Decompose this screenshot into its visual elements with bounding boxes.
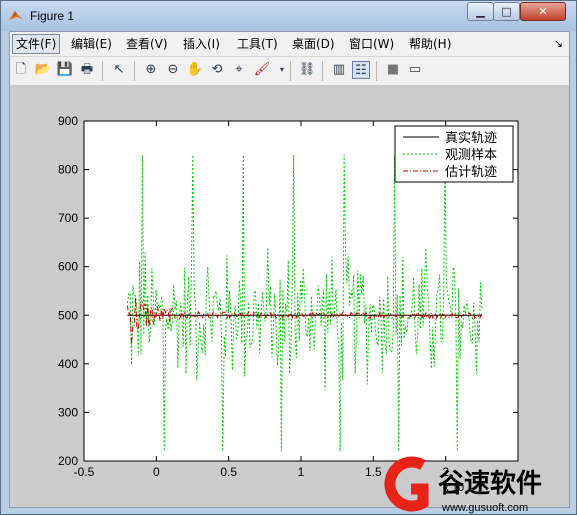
y-tick-label: 500	[58, 308, 78, 322]
toolbar-separator	[290, 61, 291, 81]
plot-svg: -0.5 0 0.5 1 1.5 2200300400500600700800900x 1…	[58, 114, 519, 494]
pan-icon[interactable]: ✋	[186, 61, 204, 79]
close-button[interactable]: ✕	[520, 2, 566, 21]
legend-label: 观测样本	[445, 147, 497, 162]
y-tick-label: 700	[58, 211, 78, 225]
print-icon[interactable]: 🖶	[78, 61, 96, 79]
y-tick-label: 800	[58, 163, 78, 177]
toolbar-separator	[322, 61, 323, 81]
brush-dropdown-icon[interactable]: ▾	[273, 61, 291, 79]
new-figure-icon[interactable]: 🗋	[12, 61, 30, 79]
watermark-text: 谷速软件	[438, 468, 542, 498]
menu-file[interactable]: 文件(F)	[12, 34, 61, 54]
x-tick-label: 0.5	[220, 465, 237, 479]
window-title: Figure 1	[30, 9, 75, 23]
legend-label: 估计轨迹	[445, 164, 497, 179]
maximize-button[interactable]: □	[493, 2, 520, 21]
matlab-icon	[9, 11, 23, 20]
hide-plot-tools-icon[interactable]: ■	[384, 61, 402, 79]
toolbar-separator	[102, 61, 103, 81]
figure-window: Figure 1 ▁ □ ✕ 文件(F) 编辑(E) 查看(V) 插入(I) 工…	[0, 0, 577, 515]
y-tick-label: 200	[58, 454, 78, 468]
data-cursor-icon[interactable]: ⌖	[230, 61, 248, 79]
menu-tools[interactable]: 工具(T)	[234, 35, 281, 53]
dock-arrow-icon[interactable]: ↘	[554, 37, 563, 50]
y-tick-label: 300	[58, 405, 78, 419]
y-tick-label: 900	[58, 114, 78, 128]
x-tick-label: 1.5	[365, 465, 382, 479]
menu-view[interactable]: 查看(V)	[123, 35, 171, 53]
zoom-in-icon[interactable]: ⊕	[142, 61, 160, 79]
menu-insert[interactable]: 插入(I)	[180, 35, 223, 53]
brush-icon[interactable]: 🖌	[253, 61, 271, 79]
figure-toolbar: 🗋 📂 💾 🖶 ↖ ⊕ ⊖ ✋ ⟲ ⌖ 🖌 ▾ ⛓ ▥ ☷ ■ ▭	[10, 57, 569, 86]
zoom-out-icon[interactable]: ⊖	[164, 61, 182, 79]
menu-edit[interactable]: 编辑(E)	[68, 35, 115, 53]
colorbar-icon[interactable]: ▥	[330, 61, 348, 79]
toolbar-separator	[376, 61, 377, 81]
menu-desktop[interactable]: 桌面(D)	[289, 35, 338, 53]
title-bar[interactable]: Figure 1 ▁ □ ✕	[1, 1, 576, 31]
menu-window[interactable]: 窗口(W)	[346, 35, 397, 53]
figure-canvas: -0.5 0 0.5 1 1.5 2 200 300 400 500 600 700 800 900 x 1…	[10, 86, 569, 507]
toolbar-separator	[134, 61, 135, 81]
x-tick-label: 1	[298, 465, 305, 479]
y-tick-label: 400	[58, 357, 78, 371]
menu-help[interactable]: 帮助(H)	[406, 35, 454, 53]
rotate-3d-icon[interactable]: ⟲	[208, 61, 226, 79]
save-icon[interactable]: 💾	[56, 61, 74, 79]
open-icon[interactable]: 📂	[34, 61, 52, 79]
legend-icon[interactable]: ☷	[352, 61, 370, 79]
show-plot-tools-icon[interactable]: ▭	[406, 61, 424, 79]
legend-label: 真实轨迹	[445, 130, 497, 145]
watermark-url: www.gusuoft.com	[441, 502, 528, 514]
minimize-button[interactable]: ▁	[467, 2, 494, 21]
y-tick-label: 600	[58, 260, 78, 274]
figure-client: 文件(F) 编辑(E) 查看(V) 插入(I) 工具(T) 桌面(D) 窗口(W…	[9, 31, 570, 508]
watermark-logo: 谷速软件 www.gusuoft.com	[384, 456, 542, 514]
menu-bar: 文件(F) 编辑(E) 查看(V) 插入(I) 工具(T) 桌面(D) 窗口(W…	[10, 32, 569, 57]
select-arrow-icon[interactable]: ↖	[110, 61, 128, 79]
x-tick-label: 0	[153, 465, 160, 479]
link-icon[interactable]: ⛓	[298, 61, 316, 79]
